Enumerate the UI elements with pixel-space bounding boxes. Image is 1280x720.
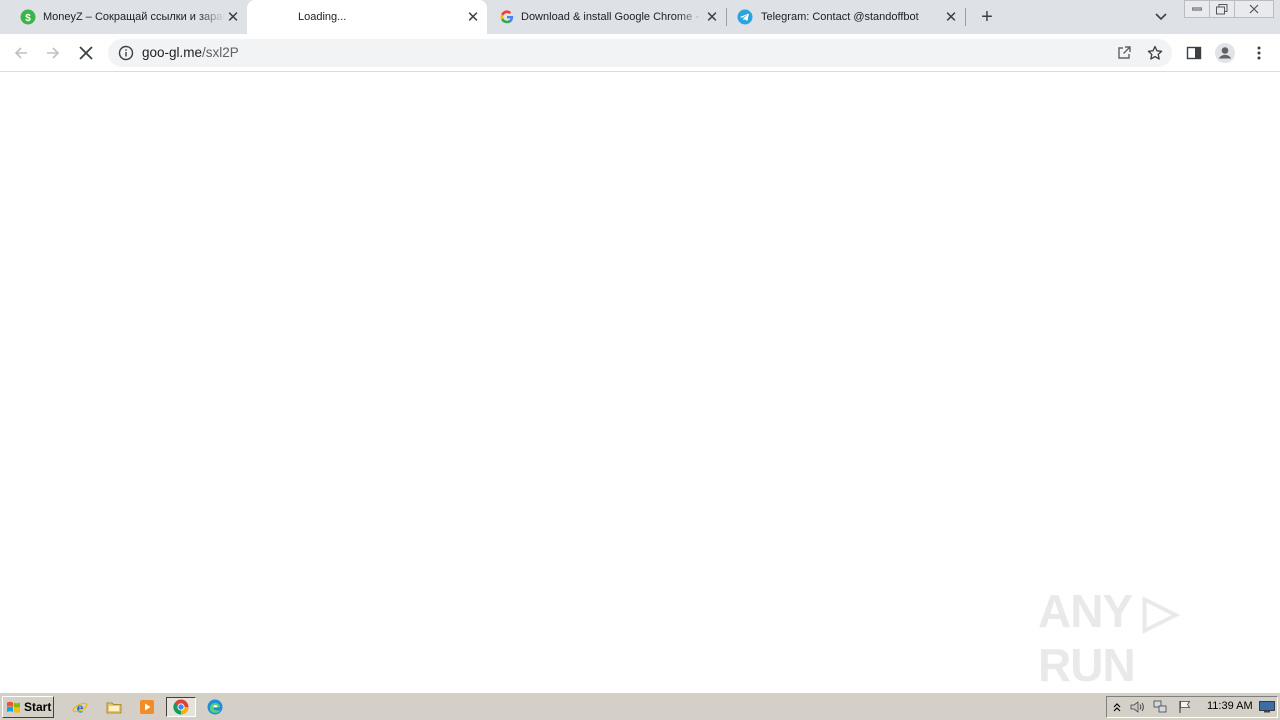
volume-icon[interactable] xyxy=(1129,699,1145,715)
telegram-icon xyxy=(737,9,753,25)
tab-telegram[interactable]: Telegram: Contact @standoffbot ✕ xyxy=(727,0,965,34)
tab-moneyz[interactable]: $ MoneyZ – Сокращай ссылки и зараб ✕ xyxy=(0,0,247,34)
chrome-icon[interactable] xyxy=(166,697,196,717)
action-center-flag-icon[interactable] xyxy=(1177,699,1193,715)
bookmark-star-icon[interactable] xyxy=(1144,42,1166,64)
menu-kebab-icon[interactable] xyxy=(1248,42,1270,64)
start-button[interactable]: Start xyxy=(2,696,54,718)
tab-separator xyxy=(965,8,966,26)
network-icon[interactable] xyxy=(1152,699,1168,715)
stop-loading-icon[interactable] xyxy=(75,42,97,64)
ie-icon[interactable]: e xyxy=(69,697,91,717)
close-tab-icon[interactable]: ✕ xyxy=(943,9,959,26)
svg-text:$: $ xyxy=(25,13,31,24)
folder-icon[interactable] xyxy=(103,697,125,717)
tab-download-chrome[interactable]: Download & install Google Chrome - G ✕ xyxy=(487,0,726,34)
forward-arrow-icon[interactable] xyxy=(42,42,64,64)
google-icon xyxy=(499,9,515,25)
url-path: /sxl2P xyxy=(202,45,239,60)
close-tab-icon[interactable]: ✕ xyxy=(465,9,481,26)
share-icon[interactable] xyxy=(1113,42,1135,64)
tab-title: Loading... xyxy=(298,11,347,23)
tab-title: Download & install Google Chrome - G xyxy=(521,11,704,23)
start-label: Start xyxy=(24,700,52,714)
taskbar: Start e 11:39 AM xyxy=(0,692,1280,720)
close-tab-icon[interactable]: ✕ xyxy=(704,9,720,26)
show-desktop-icon[interactable] xyxy=(1259,699,1275,715)
restore-button[interactable] xyxy=(1209,0,1235,18)
site-info-icon[interactable] xyxy=(118,45,134,61)
minimize-button[interactable] xyxy=(1184,0,1210,18)
tab-search-chevron-icon[interactable] xyxy=(1152,8,1170,26)
url-host: goo-gl.me xyxy=(142,45,203,60)
show-hidden-icons-chevron-icon[interactable] xyxy=(1109,699,1125,715)
close-window-button[interactable] xyxy=(1234,0,1274,18)
windows-flag-icon xyxy=(6,700,22,714)
tab-title: MoneyZ – Сокращай ссылки и зараб xyxy=(43,11,225,23)
moneyz-icon: $ xyxy=(20,9,36,25)
taskbar-clock[interactable]: 11:39 AM xyxy=(1207,700,1253,712)
address-bar[interactable]: goo-gl.me/sxl2P xyxy=(108,39,1172,67)
edge-icon[interactable] xyxy=(204,697,226,717)
side-panel-icon[interactable] xyxy=(1183,42,1205,64)
browser-toolbar: goo-gl.me/sxl2P xyxy=(0,34,1280,72)
svg-text:e: e xyxy=(77,701,84,716)
tab-strip: $ MoneyZ – Сокращай ссылки и зараб ✕ Loa… xyxy=(0,0,1280,34)
tab-loading[interactable]: Loading... ✕ xyxy=(247,0,487,34)
tab-favicon-placeholder xyxy=(259,9,275,25)
system-tray: 11:39 AM xyxy=(1106,696,1278,718)
url-text[interactable]: goo-gl.me/sxl2P xyxy=(142,45,239,60)
anyrun-watermark: ANY ▷ RUN xyxy=(1038,585,1178,691)
close-tab-icon[interactable]: ✕ xyxy=(225,9,241,26)
profile-avatar-icon[interactable] xyxy=(1214,42,1236,64)
new-tab-button[interactable]: + xyxy=(976,6,998,28)
tab-title: Telegram: Contact @standoffbot xyxy=(761,11,919,23)
back-arrow-icon[interactable] xyxy=(10,42,32,64)
media-player-icon[interactable] xyxy=(136,697,158,717)
